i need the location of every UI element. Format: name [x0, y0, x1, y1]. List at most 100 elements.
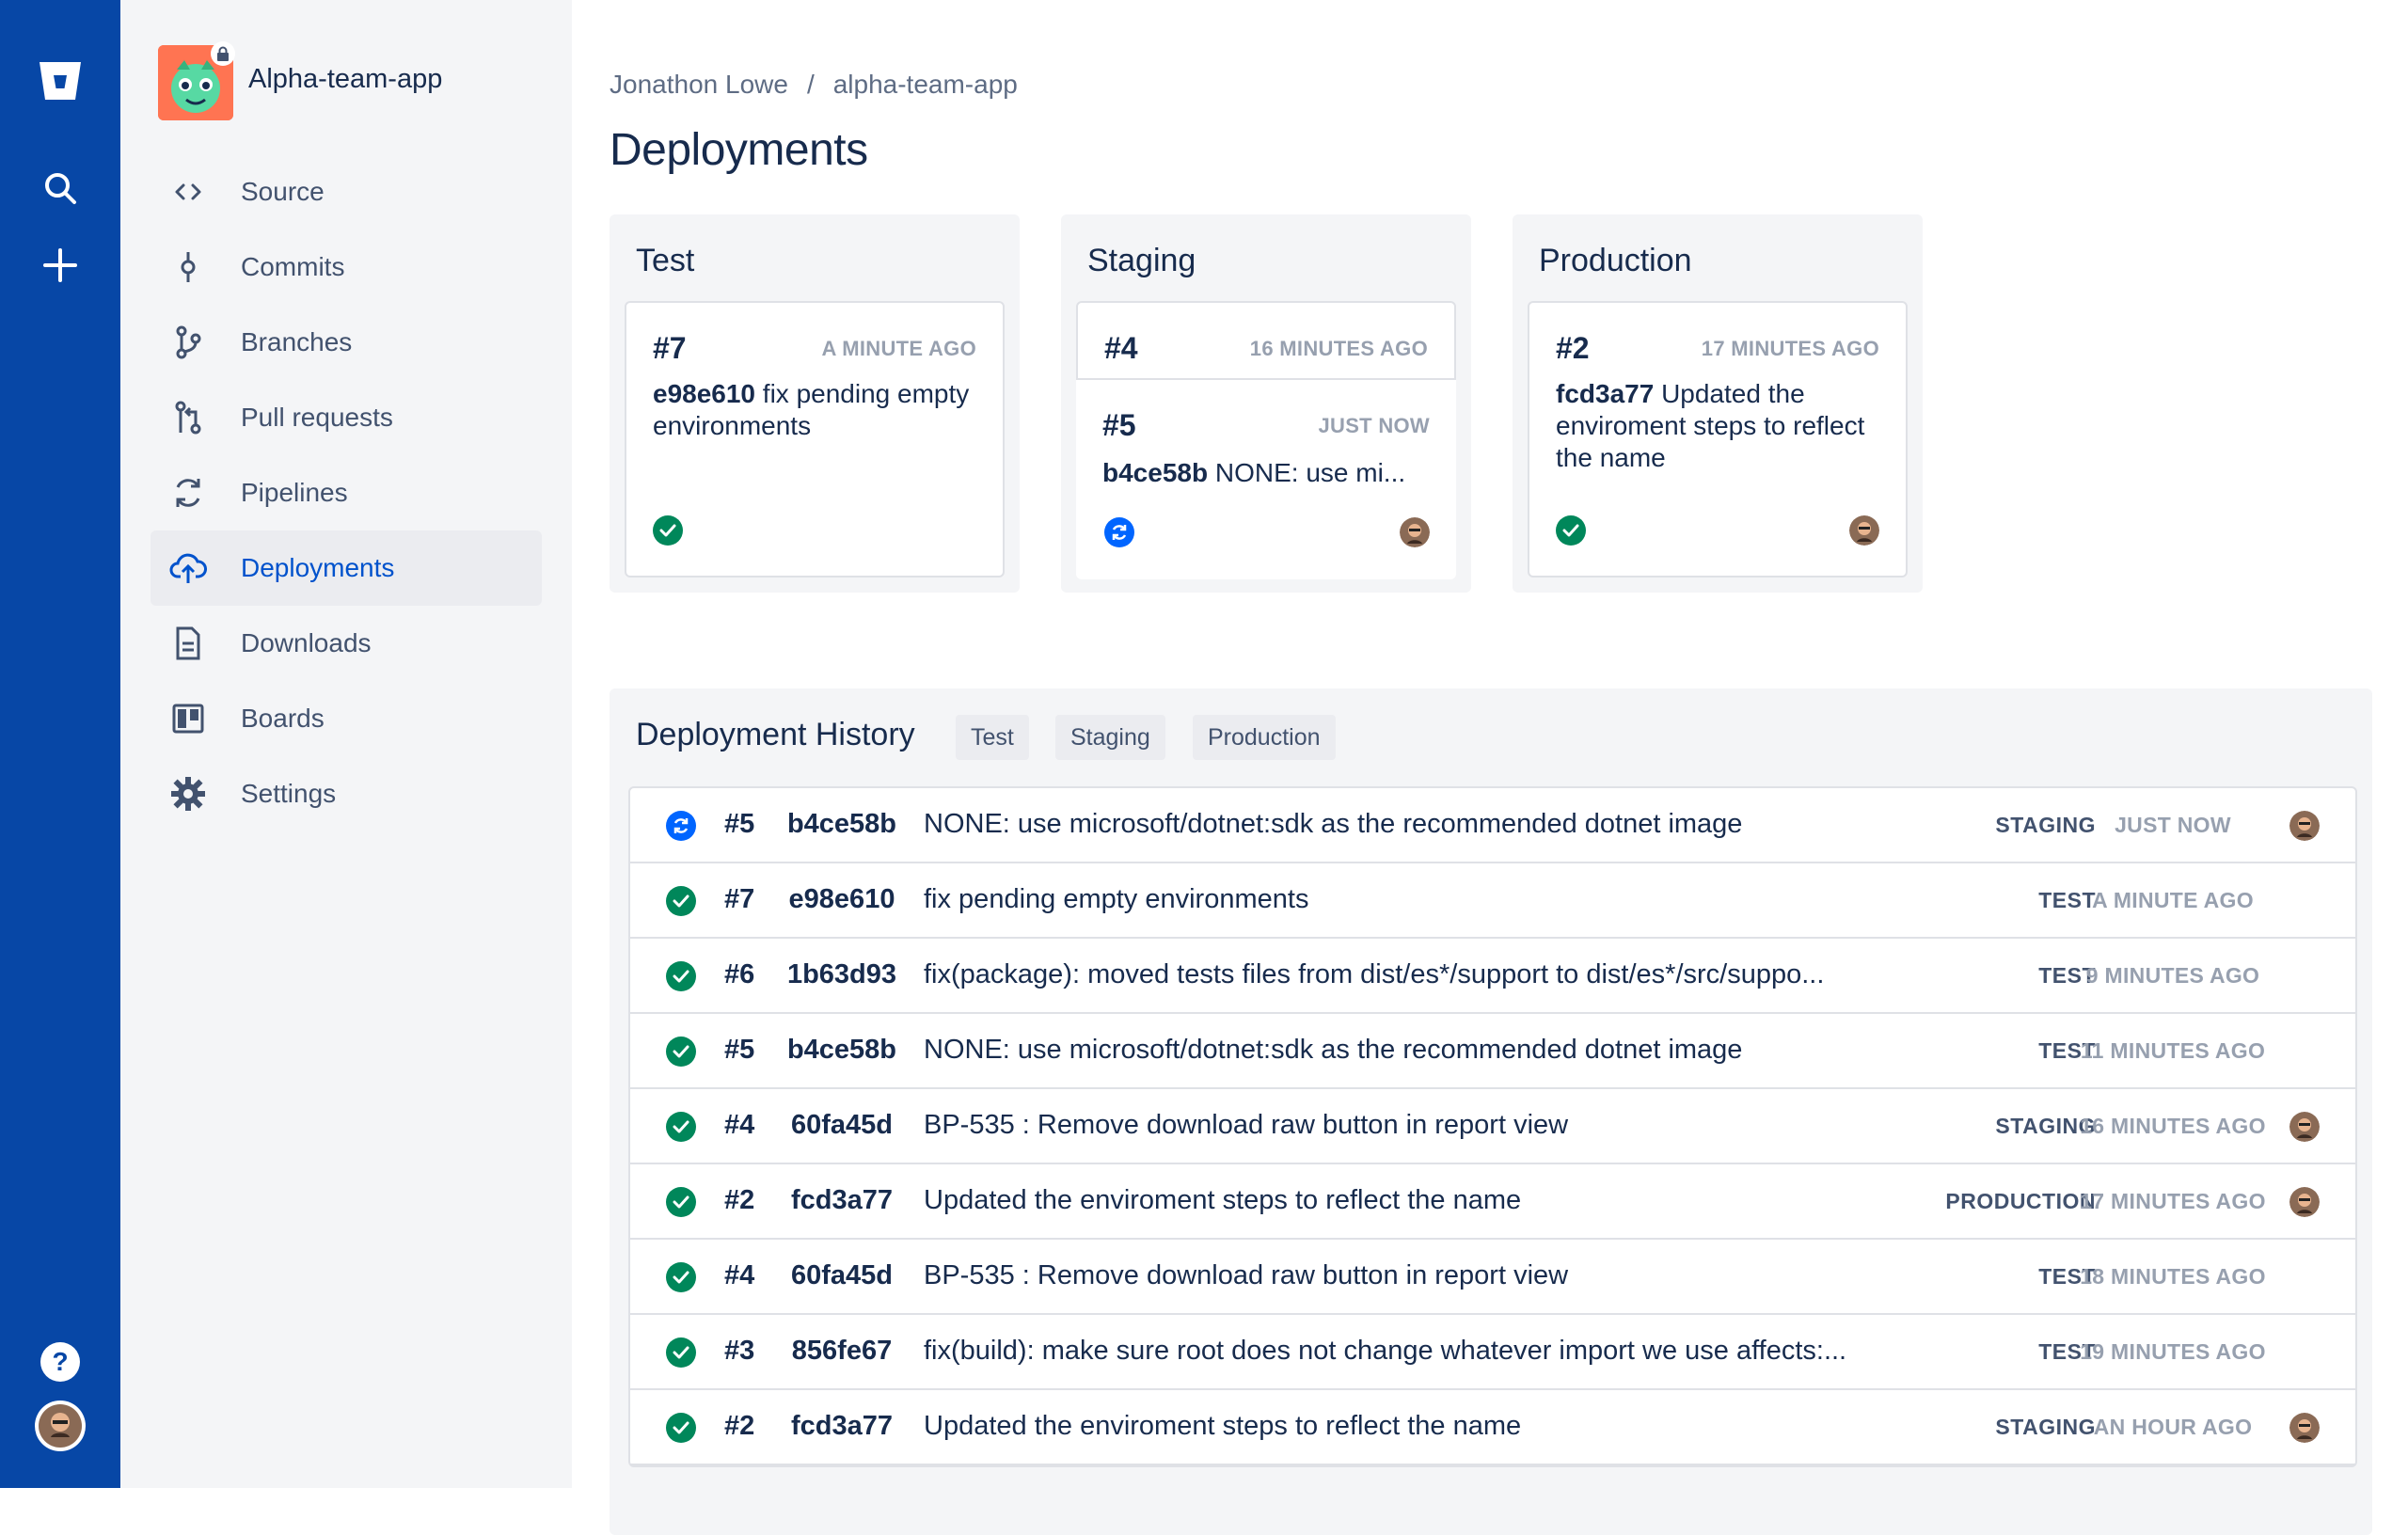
success-check-icon — [666, 1187, 696, 1217]
in-progress-icon — [1104, 517, 1134, 547]
deployment-time: 9 MINUTES AGO — [2085, 963, 2260, 988]
commit-icon — [169, 248, 207, 286]
user-avatar[interactable] — [2289, 1112, 2320, 1142]
pull-request-icon — [169, 399, 207, 436]
sidebar-item-branches[interactable]: Branches — [150, 305, 542, 380]
deployment-time: 19 MINUTES AGO — [2080, 1339, 2266, 1364]
deployment-number: #4 — [724, 1110, 755, 1140]
deployment-time: 11 MINUTES AGO — [2080, 1038, 2266, 1063]
filter-production[interactable]: Production — [1193, 715, 1336, 760]
deployment-card[interactable]: #2 17 MINUTES AGO fcd3a77 Updated the en… — [1528, 301, 1908, 578]
commit-message: BP-535 : Remove download raw button in r… — [924, 1260, 1569, 1290]
user-avatar[interactable] — [1400, 517, 1430, 547]
sidebar-item-downloads[interactable]: Downloads — [150, 606, 542, 681]
commit-hash[interactable]: fcd3a77 — [781, 1185, 903, 1216]
success-check-icon — [653, 515, 683, 546]
global-navigation: ? — [0, 0, 120, 1488]
success-check-icon — [666, 1413, 696, 1443]
commit-hash[interactable]: b4ce58b — [1102, 458, 1208, 487]
sidebar-item-label: Boards — [241, 704, 325, 733]
success-check-icon — [666, 886, 696, 916]
history-row[interactable]: #2 fcd3a77 Updated the enviroment steps to… — [630, 1164, 2355, 1240]
commit-message: BP-535 : Remove download raw button in r… — [924, 1110, 1569, 1140]
svg-text:?: ? — [52, 1347, 68, 1376]
sidebar-item-pipelines[interactable]: Pipelines — [150, 455, 542, 530]
deployment-time: 17 MINUTES AGO — [2080, 1189, 2266, 1213]
deployment-card-stack[interactable]: #4 16 MINUTES AGO #5 JUST NOW b4ce58b NO… — [1076, 301, 1456, 579]
plus-icon[interactable] — [30, 235, 90, 295]
breadcrumb-owner-link[interactable]: Jonathon Lowe — [610, 70, 788, 100]
sidebar-item-commits[interactable]: Commits — [150, 229, 542, 305]
breadcrumb-separator: / — [806, 70, 815, 99]
sidebar-item-label: Commits — [241, 252, 345, 281]
success-check-icon — [666, 1262, 696, 1292]
history-row[interactable]: #4 60fa45d BP-535 : Remove download raw bu… — [630, 1240, 2355, 1315]
deployment-number: #7 — [724, 884, 755, 914]
sidebar-item-label: Branches — [241, 327, 353, 356]
deployment-time: JUST NOW — [1318, 414, 1430, 437]
sidebar-item-label: Pull requests — [241, 403, 393, 432]
deployment-card[interactable]: #7 A MINUTE AGO e98e610 fix pending empt… — [625, 301, 1005, 578]
environment-title: Test — [636, 243, 695, 278]
environment-test: Test #7 A MINUTE AGO e98e610 fix pending… — [610, 214, 1020, 593]
commit-hash[interactable]: e98e610 — [653, 379, 755, 408]
commit-hash[interactable]: fcd3a77 — [1556, 379, 1654, 408]
filter-staging[interactable]: Staging — [1055, 715, 1165, 760]
deployment-number: #7 — [653, 331, 687, 365]
user-avatar[interactable] — [2289, 811, 2320, 841]
commit-message: Updated the enviroment steps to reflect … — [924, 1185, 1522, 1215]
sidebar-item-settings[interactable]: Settings — [150, 756, 542, 831]
commit-hash[interactable]: e98e610 — [781, 884, 903, 915]
user-avatar[interactable] — [1849, 515, 1879, 546]
success-check-icon — [666, 1337, 696, 1368]
sidebar-item-pull-requests[interactable]: Pull requests — [150, 380, 542, 455]
sidebar-item-source[interactable]: Source — [150, 154, 542, 229]
history-row[interactable]: #6 1b63d93 fix(package): moved tests files… — [630, 939, 2355, 1014]
deployment-number: #2 — [1556, 331, 1590, 365]
filter-test[interactable]: Test — [956, 715, 1029, 760]
commit-hash[interactable]: b4ce58b — [781, 809, 903, 840]
branch-icon — [169, 324, 207, 361]
document-icon — [169, 625, 207, 662]
lock-icon — [211, 41, 235, 66]
help-icon[interactable]: ? — [30, 1332, 90, 1392]
environment-badge: PRODUCTION — [1945, 1189, 2096, 1213]
user-avatar[interactable] — [30, 1396, 90, 1456]
user-avatar[interactable] — [2289, 1187, 2320, 1217]
commit-hash[interactable]: 60fa45d — [781, 1260, 903, 1291]
commit-hash[interactable]: b4ce58b — [781, 1035, 903, 1066]
commit-hash[interactable]: 1b63d93 — [781, 959, 903, 990]
deployment-card[interactable]: #5 JUST NOW b4ce58b NONE: use mi... — [1076, 378, 1456, 579]
pipelines-icon — [169, 474, 207, 512]
history-row[interactable]: #7 e98e610 fix pending empty environments T… — [630, 863, 2355, 939]
success-check-icon — [666, 961, 696, 991]
search-icon[interactable] — [30, 158, 90, 218]
history-row[interactable]: #3 856fe67 fix(build): make sure root does… — [630, 1315, 2355, 1390]
sidebar-item-boards[interactable]: Boards — [150, 681, 542, 756]
environment-staging: Staging #4 16 MINUTES AGO #5 JUST NOW b4… — [1061, 214, 1471, 593]
history-row[interactable]: #5 b4ce58b NONE: use microsoft/dotnet:sdk … — [630, 1014, 2355, 1089]
breadcrumb-repo-link[interactable]: alpha-team-app — [833, 70, 1018, 100]
history-row[interactable]: #4 60fa45d BP-535 : Remove download raw bu… — [630, 1089, 2355, 1164]
user-avatar[interactable] — [2289, 1413, 2320, 1443]
deployment-time: 17 MINUTES AGO — [1701, 337, 1879, 360]
deployment-number: #2 — [724, 1185, 755, 1215]
commit-hash[interactable]: fcd3a77 — [781, 1411, 903, 1442]
history-row[interactable]: #5 b4ce58b NONE: use microsoft/dotnet:sdk … — [630, 788, 2355, 863]
history-row[interactable]: #2 fcd3a77 Updated the enviroment steps to… — [630, 1390, 2355, 1465]
sidebar-item-label: Deployments — [241, 553, 395, 582]
bitbucket-logo-icon[interactable] — [30, 51, 90, 111]
commit-hash[interactable]: 60fa45d — [781, 1110, 903, 1141]
success-check-icon — [666, 1037, 696, 1067]
deployment-time: JUST NOW — [2115, 813, 2231, 837]
deployment-time: 16 MINUTES AGO — [2080, 1114, 2266, 1138]
deployment-number: #5 — [724, 809, 755, 839]
commit-hash[interactable]: 856fe67 — [781, 1336, 903, 1367]
environment-production: Production #2 17 MINUTES AGO fcd3a77 Upd… — [1513, 214, 1923, 593]
deployment-time: 16 MINUTES AGO — [1249, 337, 1428, 360]
board-icon — [169, 700, 207, 737]
deployment-commit: b4ce58b NONE: use mi... — [1102, 457, 1432, 489]
deployment-commit: fcd3a77 Updated the enviroment steps to … — [1556, 378, 1885, 474]
sidebar-item-deployments[interactable]: Deployments — [150, 530, 542, 606]
project-name[interactable]: Alpha-team-app — [248, 64, 442, 95]
